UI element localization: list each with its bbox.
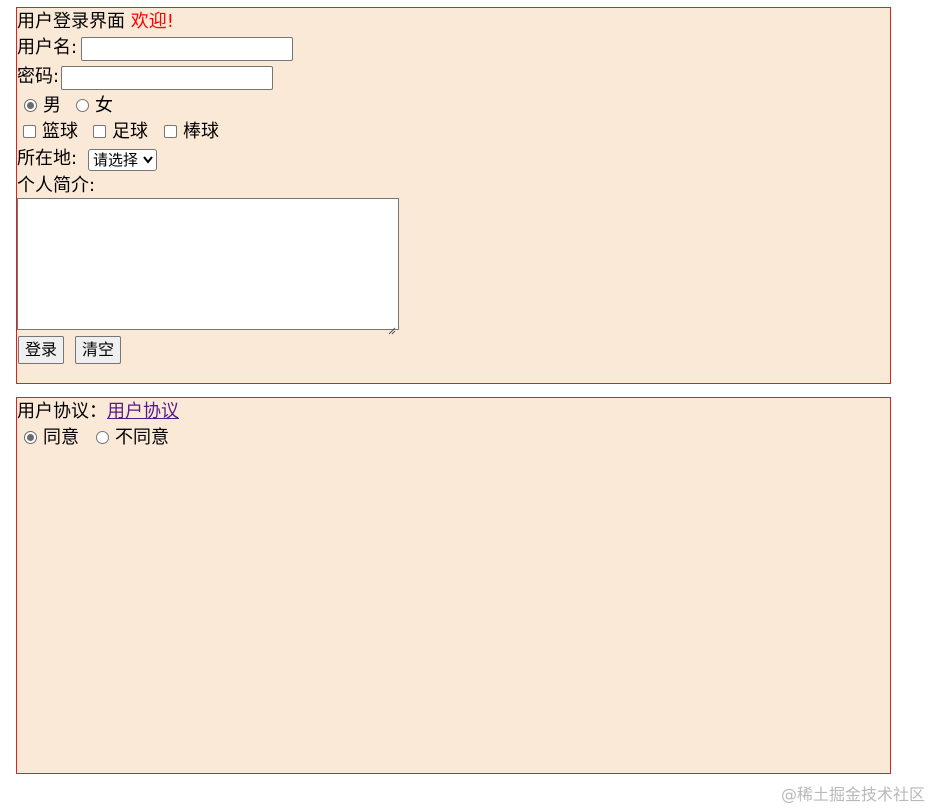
hobby-baseball-checkbox[interactable]: [164, 125, 177, 138]
hobby-football-label: 足球: [112, 121, 148, 142]
gender-male-radio[interactable]: [24, 99, 37, 112]
agree-radio[interactable]: [24, 431, 37, 444]
gender-male-label: 男: [43, 95, 61, 116]
agreement-panel: 用户协议：用户协议 同意 不同意: [16, 397, 891, 774]
watermark: @稀土掘金技术社区: [780, 785, 925, 804]
login-title-row: 用户登录界面 欢迎!: [17, 11, 174, 33]
username-label: 用户名:: [17, 37, 78, 58]
agreement-row: 用户协议：用户协议: [17, 401, 179, 423]
resize-handle-icon[interactable]: [388, 319, 396, 335]
bio-label: 个人简介:: [17, 175, 96, 196]
gender-female-radio[interactable]: [76, 99, 89, 112]
location-selected-value: 请选择: [93, 151, 139, 169]
hobby-basketball-checkbox[interactable]: [23, 125, 36, 138]
gender-female-label: 女: [95, 95, 113, 116]
location-select[interactable]: 请选择: [88, 149, 158, 171]
password-input[interactable]: [61, 66, 273, 90]
hobby-football-checkbox[interactable]: [93, 125, 106, 138]
hobby-basketball-label: 篮球: [42, 121, 78, 142]
disagree-label: 不同意: [115, 427, 169, 448]
login-form-panel: 用户登录界面 欢迎! 用户名: 密码: 男 女 篮球 足球 棒球 所在地: 请选…: [16, 7, 891, 384]
clear-button[interactable]: 清空: [75, 336, 122, 364]
username-input[interactable]: [81, 37, 293, 61]
bio-textarea[interactable]: [17, 198, 399, 335]
agreement-label: 用户协议：: [17, 401, 107, 422]
disagree-radio[interactable]: [96, 431, 109, 444]
agreement-link[interactable]: 用户协议: [107, 401, 179, 422]
agree-label: 同意: [43, 427, 79, 448]
password-label: 密码:: [17, 66, 60, 87]
hobby-baseball-label: 棒球: [183, 121, 219, 142]
welcome-text: 欢迎!: [130, 11, 174, 32]
login-button[interactable]: 登录: [18, 336, 65, 364]
location-label: 所在地:: [17, 148, 78, 169]
page-title: 用户登录界面: [17, 11, 125, 32]
chevron-down-icon: [143, 150, 153, 177]
